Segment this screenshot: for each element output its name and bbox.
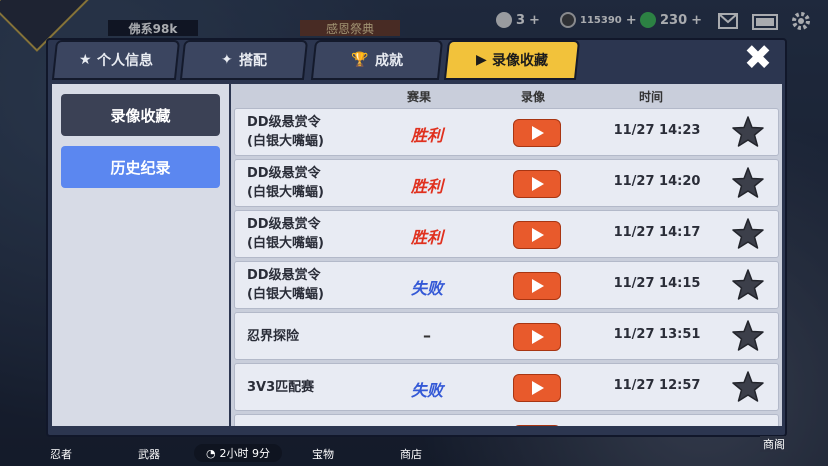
match-result: 失败 bbox=[410, 279, 443, 298]
table-row[interactable]: 3V3匹配赛 失败 11/27 12:57 bbox=[234, 363, 779, 411]
match-time: 11/27 14:17 bbox=[613, 225, 701, 240]
match-time: 11/27 13:51 bbox=[613, 327, 701, 342]
play-video-button[interactable] bbox=[513, 374, 561, 402]
tab-profile[interactable]: ★ 个人信息 bbox=[51, 40, 181, 80]
header-time: 时间 bbox=[639, 90, 664, 104]
match-name: 忍界探险 bbox=[247, 327, 299, 346]
match-name-line1: DD级悬赏令 bbox=[247, 166, 321, 181]
match-name-line1: 忍界探险 bbox=[247, 329, 300, 344]
timer-text: 2小时 9分 bbox=[219, 447, 271, 460]
tab-profile-label: 个人信息 bbox=[97, 53, 154, 69]
nav-shop[interactable]: 商店 bbox=[400, 446, 422, 462]
match-name-line1: DD级悬赏令 bbox=[247, 217, 321, 232]
tab-video-collection-label: 录像收藏 bbox=[492, 53, 549, 69]
match-name-line1: DD级悬赏令 bbox=[247, 268, 321, 283]
match-name-line2: (白银大嘴蝠) bbox=[247, 134, 324, 149]
tab-achievement[interactable]: 🏆 成就 bbox=[310, 40, 444, 80]
match-result: 胜利 bbox=[410, 228, 443, 247]
favorite-star-icon[interactable] bbox=[731, 217, 765, 251]
match-time: 11/27 12:57 bbox=[613, 378, 701, 393]
table-row[interactable]: 忍界探险 – 11/27 13:51 bbox=[234, 312, 779, 360]
favorite-star-icon[interactable] bbox=[731, 268, 765, 302]
table-row[interactable]: DD级悬赏令 (白银大嘴蝠) 胜利 11/27 14:17 bbox=[234, 210, 779, 258]
match-name: 3V3匹配赛 bbox=[247, 378, 314, 397]
nav-weapon[interactable]: 武器 bbox=[138, 446, 160, 462]
sidebar-item-video-collection[interactable]: 录像收藏 bbox=[61, 94, 220, 136]
favorite-star-icon[interactable] bbox=[731, 370, 765, 404]
nav-ninja[interactable]: 忍者 bbox=[50, 446, 72, 462]
match-name: DD级悬赏令 (白银大嘴蝠) bbox=[247, 215, 324, 253]
play-video-button[interactable] bbox=[513, 425, 561, 426]
table-row[interactable]: DD级悬赏令 (白银大嘴蝠) 失败 11/27 14:15 bbox=[234, 261, 779, 309]
timer-badge: ◔ 2小时 9分 bbox=[194, 444, 282, 462]
shuriken-icon: ✦ bbox=[221, 52, 233, 68]
header-video: 录像 bbox=[521, 90, 546, 104]
favorite-star-icon[interactable] bbox=[731, 115, 765, 149]
bottom-nav: 忍者 武器 ◔ 2小时 9分 宝物 商店 商阁 bbox=[0, 436, 828, 466]
match-name-line2: (白银大嘴蝠) bbox=[247, 287, 324, 302]
tab-achievement-label: 成就 bbox=[374, 53, 403, 69]
table-row[interactable]: DD级悬赏令 (白银大嘴蝠) 胜利 11/27 14:23 bbox=[234, 108, 779, 156]
match-time: 11/27 14:20 bbox=[613, 174, 701, 189]
match-name: DD级悬赏令 (白银大嘴蝠) bbox=[247, 164, 324, 202]
match-name-line1: 3V3匹配赛 bbox=[247, 380, 315, 395]
sidebar-item-history[interactable]: 历史纪录 bbox=[61, 146, 220, 188]
favorite-star-icon[interactable] bbox=[731, 166, 765, 200]
tab-outfit-label: 搭配 bbox=[238, 53, 267, 69]
match-name-line2: (白银大嘴蝠) bbox=[247, 185, 324, 200]
header-result: 赛果 bbox=[407, 90, 432, 104]
trophy-icon: 🏆 bbox=[351, 52, 369, 68]
match-result: 胜利 bbox=[410, 177, 443, 196]
profile-icon: ★ bbox=[78, 52, 92, 68]
table-row[interactable]: DD级悬赏令 (白银大嘴蝠) 胜利 11/27 14:20 bbox=[234, 159, 779, 207]
tab-video-collection[interactable]: ▶ 录像收藏 bbox=[443, 40, 581, 80]
records-list[interactable]: 赛果 录像 时间 DD级悬赏令 (白银大嘴蝠) 胜利 11/27 14:23 DD级悬赏… bbox=[231, 84, 782, 426]
table-row[interactable] bbox=[234, 414, 779, 426]
favorite-star-icon[interactable] bbox=[731, 319, 765, 353]
clock-icon: ◔ bbox=[205, 446, 216, 460]
close-button[interactable]: ✖ bbox=[740, 40, 776, 76]
play-video-button[interactable] bbox=[513, 119, 561, 147]
sidebar-item-label: 录像收藏 bbox=[110, 106, 171, 125]
play-icon: ▶ bbox=[475, 52, 487, 68]
match-time: 11/27 14:15 bbox=[613, 276, 701, 291]
nav-store-right[interactable]: 商阁 bbox=[760, 436, 788, 452]
play-video-button[interactable] bbox=[513, 272, 561, 300]
match-result: – bbox=[423, 326, 431, 345]
match-result: 胜利 bbox=[410, 126, 443, 145]
play-video-button[interactable] bbox=[513, 221, 561, 249]
tab-outfit[interactable]: ✦ 搭配 bbox=[179, 40, 309, 80]
nav-treasure[interactable]: 宝物 bbox=[312, 446, 334, 462]
play-video-button[interactable] bbox=[513, 170, 561, 198]
match-result: 失败 bbox=[410, 381, 443, 400]
sidebar: 录像收藏 历史纪录 bbox=[52, 84, 229, 426]
match-name: DD级悬赏令 (白银大嘴蝠) bbox=[247, 113, 324, 151]
match-name-line1: DD级悬赏令 bbox=[247, 115, 321, 130]
match-time: 11/27 14:23 bbox=[613, 123, 701, 138]
match-name: DD级悬赏令 (白银大嘴蝠) bbox=[247, 266, 324, 304]
match-name-line2: (白银大嘴蝠) bbox=[247, 236, 324, 251]
sidebar-item-label: 历史纪录 bbox=[110, 158, 171, 177]
play-video-button[interactable] bbox=[513, 323, 561, 351]
